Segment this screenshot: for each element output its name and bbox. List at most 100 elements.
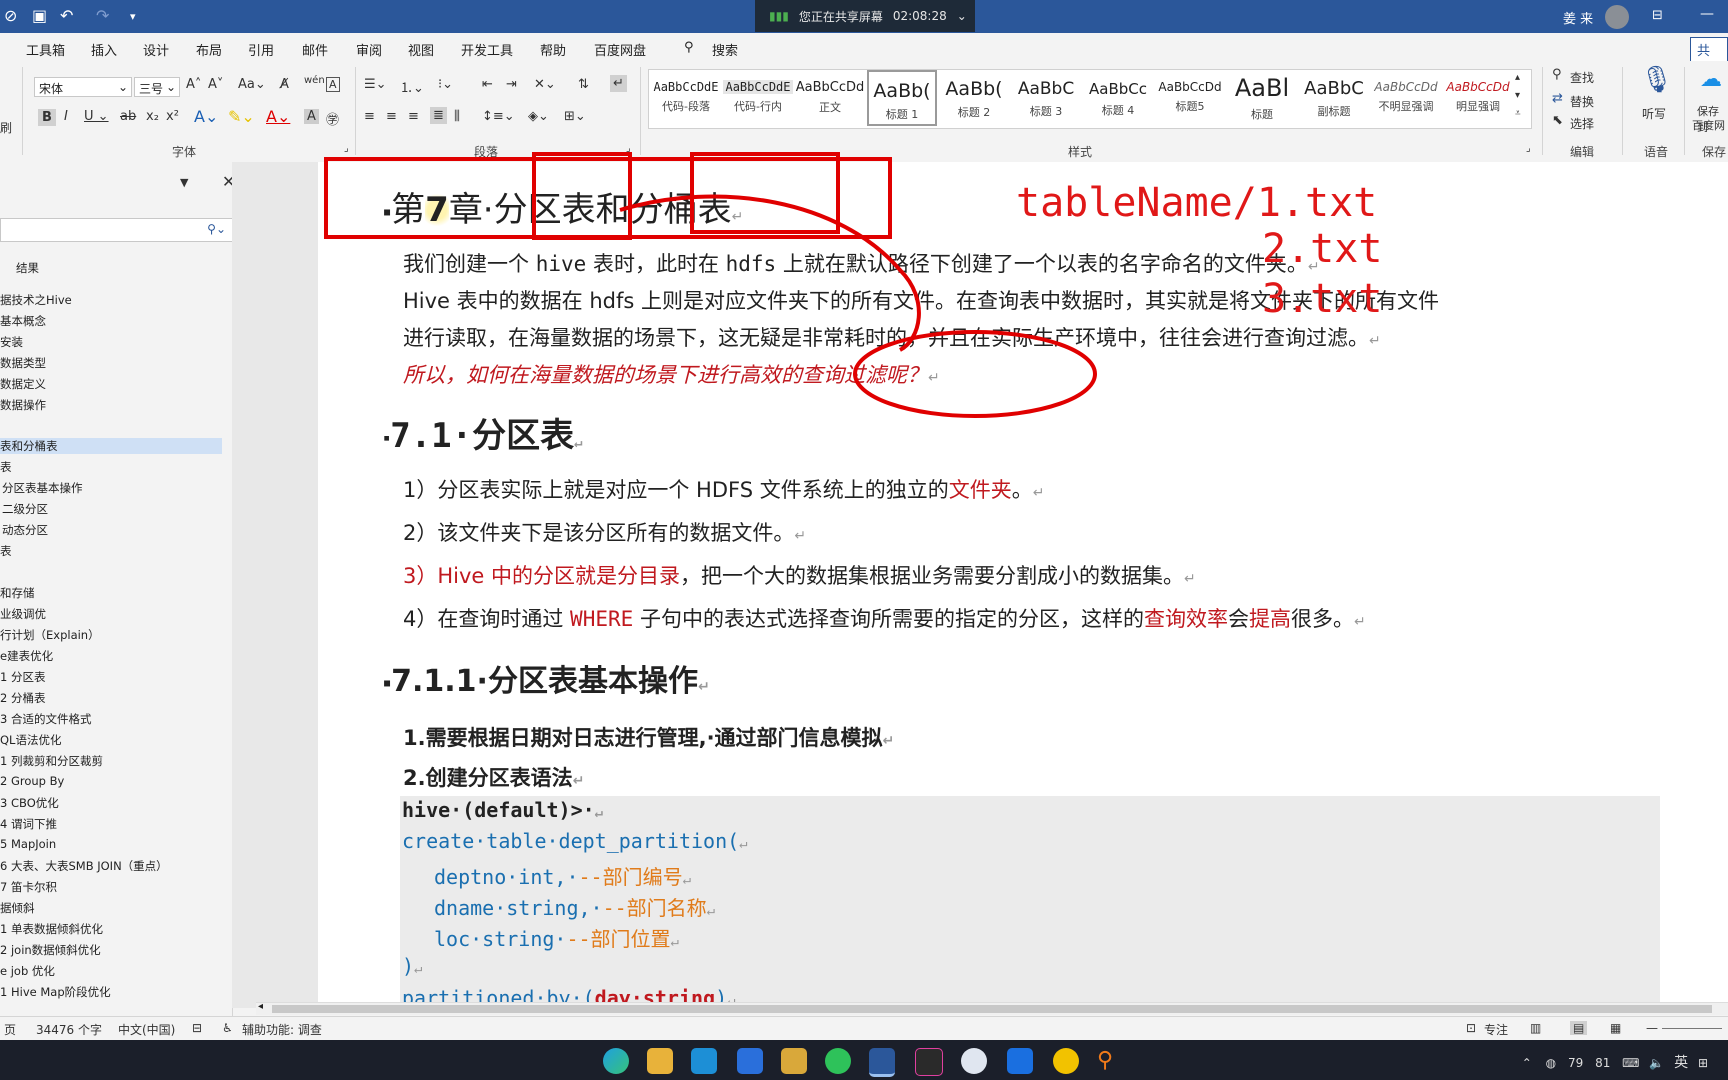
style-code-paragraph[interactable]: AaBbCcDdE 代码-段落 [651, 70, 721, 126]
intellij-icon[interactable] [915, 1048, 943, 1076]
nav-item[interactable]: 1 分区表 [0, 669, 45, 685]
superscript-icon[interactable]: x² [166, 109, 179, 124]
subscript-icon[interactable]: x₂ [146, 109, 159, 124]
line-spacing-icon[interactable]: ↕≡⌄ [482, 109, 515, 124]
nav-item[interactable]: 数据操作 [0, 397, 46, 413]
find-button[interactable]: 查找 [1570, 69, 1594, 86]
p-app-icon[interactable] [1007, 1048, 1033, 1074]
accessibility-status[interactable]: 辅助功能: 调查 [242, 1021, 322, 1038]
word-count[interactable]: 34476 个字 [36, 1021, 102, 1038]
nav-item[interactable]: 据技术之Hive [0, 292, 72, 308]
styles-dialog-launcher-icon[interactable]: ⌟ [1526, 143, 1531, 154]
section-heading-7-1[interactable]: ▪7.1·分区表↵ [383, 408, 583, 457]
phonetic-guide-icon[interactable]: wén [304, 75, 325, 86]
list-item-4[interactable]: 4）在查询时通过 WHERE 子句中的表达式选择查询所需要的指定的分区，这样的查… [403, 603, 1366, 633]
tab-toolbox[interactable]: 工具箱 [26, 40, 65, 59]
network-icon[interactable]: ⌨ [1622, 1056, 1639, 1070]
select-icon[interactable]: ⬉ [1552, 113, 1563, 128]
nav-item[interactable]: 安装 [0, 334, 23, 350]
tab-insert[interactable]: 插入 [91, 40, 117, 59]
search-icon[interactable]: ⚲⌄ [207, 222, 226, 236]
font-dialog-launcher-icon[interactable]: ⌟ [344, 143, 349, 154]
tab-view[interactable]: 视图 [408, 40, 434, 59]
nav-item[interactable]: 分区表基本操作 [2, 480, 83, 496]
bold-icon[interactable]: B [38, 109, 56, 126]
volume-icon[interactable]: 🔈 [1649, 1056, 1664, 1070]
baidu-cloud-icon[interactable]: ☁ [1700, 67, 1722, 92]
numbering-icon[interactable]: ⒈⌄ [400, 77, 424, 96]
nav-item[interactable]: 动态分区 [2, 522, 48, 538]
style-subtitle[interactable]: AaBbC 副标题 [1299, 70, 1369, 126]
clear-format-icon[interactable]: A̸ [280, 77, 289, 92]
style-intense-emphasis[interactable]: AaBbCcDd 明显强调 [1443, 70, 1513, 126]
nav-item[interactable]: QL语法优化 [0, 732, 61, 748]
style-normal[interactable]: AaBbCcDd 正文 [795, 70, 865, 126]
undo-icon[interactable]: ↶ [60, 6, 73, 25]
nav-item[interactable]: 表 [0, 543, 12, 559]
italic-icon[interactable]: I [64, 109, 68, 124]
multilevel-list-icon[interactable]: ⁝⌄ [438, 77, 453, 92]
tab-developer[interactable]: 开发工具 [461, 40, 513, 59]
replace-icon[interactable]: ⇄ [1552, 91, 1563, 106]
step-1[interactable]: 1.需要根据日期对日志进行管理,·通过部门信息模拟↵ [403, 722, 894, 752]
horizontal-scrollbar[interactable]: ◂ [256, 1001, 1728, 1015]
shading-icon[interactable]: ◈⌄ [528, 109, 549, 124]
style-heading-5[interactable]: AaBbCcDd 标题5 [1155, 70, 1225, 126]
scroll-left-icon[interactable]: ◂ [258, 1001, 263, 1012]
autosave-icon[interactable]: ⊘ [4, 6, 17, 25]
edge-icon[interactable] [603, 1048, 629, 1074]
list-item-2[interactable]: 2）该文件夹下是该分区所有的数据文件。↵ [403, 517, 806, 547]
nav-item-selected[interactable]: 表和分桶表 [0, 438, 222, 454]
nav-item[interactable]: 4 谓词下推 [0, 816, 57, 832]
style-heading-1[interactable]: AaBb(标题 1 [867, 70, 937, 126]
focus-mode[interactable]: 专注 [1484, 1021, 1508, 1038]
style-code-inline[interactable]: AaBbCcDdE 代码-行内 [723, 70, 793, 126]
replace-button[interactable]: 替换 [1570, 93, 1594, 110]
nav-item[interactable]: 2 分桶表 [0, 690, 45, 706]
avatar[interactable] [1605, 5, 1629, 29]
folder-icon[interactable] [781, 1048, 807, 1074]
dictate-button[interactable]: 听写 [1642, 105, 1666, 122]
focus-icon[interactable]: ⊡ [1466, 1021, 1476, 1035]
nav-item[interactable]: 数据类型 [0, 355, 46, 371]
nav-item[interactable]: 数据定义 [0, 376, 46, 392]
search-icon[interactable]: ⚲ [684, 40, 694, 55]
user-name[interactable]: 姜 来 [1563, 8, 1593, 27]
nav-item[interactable]: 3 CBO优化 [0, 795, 59, 811]
nav-item[interactable]: 表 [0, 459, 12, 475]
zoom-slider[interactable] [1662, 1028, 1722, 1029]
align-center-icon[interactable]: ≡ [386, 109, 397, 124]
microphone-icon[interactable]: 🎙 [1640, 65, 1673, 95]
gallery-down-icon[interactable]: ▾ [1515, 90, 1520, 101]
underline-icon[interactable]: U ⌄ [84, 109, 109, 124]
tab-search[interactable]: 搜索 [712, 40, 738, 59]
nav-results-tab[interactable]: 结果 [16, 260, 39, 276]
list-item-3[interactable]: 3）Hive 中的分区就是分目录，把一个大的数据集根据业务需要分割成小的数据集。… [403, 560, 1196, 590]
tab-mailings[interactable]: 邮件 [302, 40, 328, 59]
scrollbar-thumb[interactable] [272, 1005, 1712, 1013]
redo-icon[interactable]: ↷ [96, 6, 109, 25]
justify-icon[interactable]: ≣ [430, 107, 447, 124]
step-2[interactable]: 2.创建分区表语法↵ [403, 762, 584, 792]
app-icon[interactable] [1053, 1048, 1079, 1074]
gallery-more-icon[interactable]: ⩡ [1515, 108, 1521, 119]
accessibility-icon[interactable]: ♿ [222, 1021, 233, 1035]
nav-item[interactable]: 1 Hive Map阶段优化 [0, 984, 111, 1000]
nav-item[interactable]: 行计划（Explain） [0, 627, 100, 643]
language[interactable]: 中文(中国) [118, 1021, 175, 1038]
strikethrough-icon[interactable]: ab [120, 109, 136, 124]
ribbon-display-icon[interactable]: ⊟ [1652, 8, 1663, 23]
style-heading-3[interactable]: AaBbC 标题 3 [1011, 70, 1081, 126]
save-to-baidu-line2[interactable]: 百度网 [1692, 117, 1725, 133]
style-subtle-emphasis[interactable]: AaBbCcDd 不明显强调 [1371, 70, 1441, 126]
enclose-char-icon[interactable]: ㊫ [326, 109, 339, 128]
nav-item[interactable]: 7 笛卡尔积 [0, 879, 57, 895]
style-heading-2[interactable]: AaBb(标题 2 [939, 70, 1009, 126]
increase-indent-icon[interactable]: ⇥ [506, 77, 517, 92]
nav-item[interactable]: 二级分区 [2, 501, 48, 517]
page-indicator[interactable]: 页 [4, 1021, 16, 1038]
tray-expand-icon[interactable]: ⌃ [1522, 1056, 1532, 1070]
nav-item[interactable]: 5 MapJoin [0, 837, 56, 851]
tab-baidu-netdisk[interactable]: 百度网盘 [594, 40, 646, 59]
decrease-indent-icon[interactable]: ⇤ [482, 77, 493, 92]
